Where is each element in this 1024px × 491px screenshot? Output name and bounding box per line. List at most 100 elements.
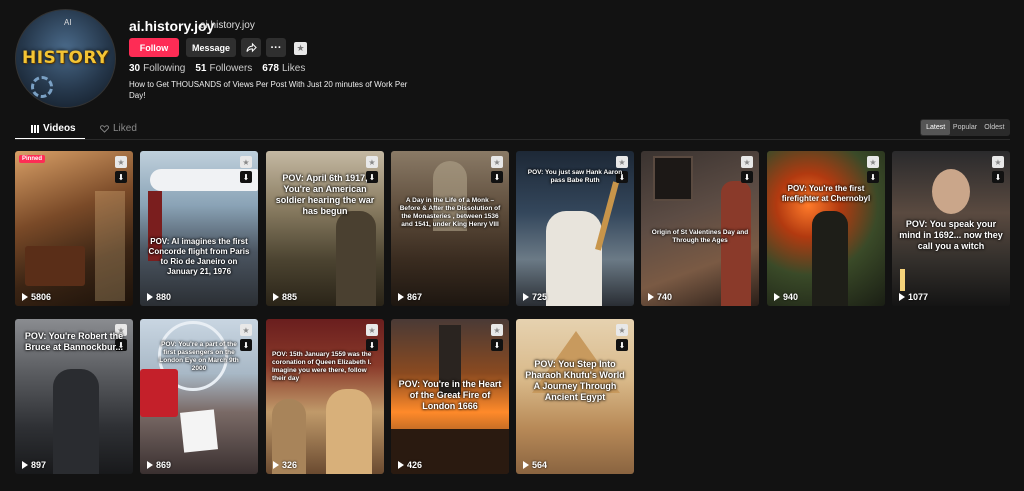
video-caption: POV: You're a part of the first passenge… <box>159 341 239 372</box>
download-icon[interactable]: ⬇ <box>491 171 503 183</box>
video-caption: POV: You Step Into Pharaoh Khufu's World… <box>525 359 625 402</box>
play-icon <box>398 461 404 469</box>
gear-icon <box>31 76 53 98</box>
play-icon <box>648 293 654 301</box>
video-card[interactable]: ★ ⬇ POV: 15th January 1559 was the coron… <box>266 319 384 474</box>
video-card[interactable]: ★ ⬇ POV: You Step Into Pharaoh Khufu's W… <box>516 319 634 474</box>
pinned-badge: Pinned <box>19 155 46 163</box>
profile-avatar[interactable]: AI HISTORY <box>15 9 116 108</box>
play-icon <box>22 293 28 301</box>
star-icon: ★ <box>296 43 305 53</box>
download-icon[interactable]: ⬇ <box>115 171 127 183</box>
video-card[interactable]: ★ ⬇ POV: You speak your mind in 1692... … <box>892 151 1010 306</box>
bookshelf-shape <box>25 246 85 286</box>
soldier-shape <box>336 211 376 306</box>
play-icon <box>147 461 153 469</box>
profile-handle: ai.history.joy <box>200 20 255 31</box>
star-icon[interactable]: ★ <box>992 156 1004 168</box>
video-card[interactable]: ★ ⬇ A Day in the Life of a Monk – Before… <box>391 151 509 306</box>
followers-stat[interactable]: 51 Followers <box>195 63 252 74</box>
profile-bio: How to Get THOUSANDS of Views Per Post W… <box>129 80 408 100</box>
video-card[interactable]: ★ ⬇ POV: You're in the Heart of the Grea… <box>391 319 509 474</box>
follow-button[interactable]: Follow <box>129 38 179 57</box>
favorite-button[interactable]: ★ <box>294 42 307 55</box>
view-count: 867 <box>398 292 422 302</box>
download-icon[interactable]: ⬇ <box>491 339 503 351</box>
video-card[interactable]: ★ ⬇ POV: You're a part of the first pass… <box>140 319 258 474</box>
play-icon <box>523 461 529 469</box>
view-count-value: 869 <box>156 460 172 470</box>
light-shape <box>95 191 125 301</box>
star-icon[interactable]: ★ <box>491 324 503 336</box>
video-caption: POV: April 6th 1917, You're an American … <box>275 173 375 216</box>
star-icon[interactable]: ★ <box>491 156 503 168</box>
view-count-value: 885 <box>282 292 298 302</box>
star-icon[interactable]: ★ <box>741 156 753 168</box>
sort-popular[interactable]: Popular <box>950 120 979 135</box>
sort-latest[interactable]: Latest <box>921 120 951 135</box>
tab-videos[interactable]: Videos <box>31 123 76 134</box>
download-icon[interactable]: ⬇ <box>867 171 879 183</box>
star-icon[interactable]: ★ <box>240 156 252 168</box>
red-bus-shape <box>140 369 178 417</box>
video-card[interactable]: ★ ⬇ POV: April 6th 1917, You're an Ameri… <box>266 151 384 306</box>
star-icon[interactable]: ★ <box>616 156 628 168</box>
message-button[interactable]: Message <box>186 38 236 57</box>
download-icon[interactable]: ⬇ <box>240 171 252 183</box>
video-caption: POV: You're in the Heart of the Great Fi… <box>398 379 502 411</box>
share-icon <box>245 42 257 53</box>
video-caption: POV: You just saw Hank Aaron pass Babe R… <box>527 169 623 184</box>
player-shape <box>546 211 602 306</box>
video-caption: POV: AI imagines the first Concorde flig… <box>148 237 250 276</box>
armored-knight-shape <box>53 369 99 474</box>
download-icon[interactable]: ⬇ <box>992 171 1004 183</box>
star-icon[interactable]: ★ <box>867 156 879 168</box>
star-icon[interactable]: ★ <box>115 156 127 168</box>
video-card[interactable]: Pinned ★ ⬇ 5806 <box>15 151 133 306</box>
tab-divider <box>15 139 1010 140</box>
queen-shape <box>326 389 372 474</box>
play-icon <box>273 293 279 301</box>
tab-videos-label: Videos <box>43 123 76 134</box>
view-count-value: 1077 <box>908 292 929 302</box>
star-icon[interactable]: ★ <box>616 324 628 336</box>
avatar-ai-mark: AI <box>64 18 72 27</box>
view-count-value: 564 <box>532 460 548 470</box>
likes-stat: 678 Likes <box>262 63 305 74</box>
sort-oldest[interactable]: Oldest <box>980 120 1009 135</box>
more-options-button[interactable]: ··· <box>266 38 286 57</box>
video-card[interactable]: ★ ⬇ POV: You're Robert the Bruce at Bann… <box>15 319 133 474</box>
download-icon[interactable]: ⬇ <box>741 171 753 183</box>
heart-outline-icon <box>100 124 109 133</box>
video-caption: POV: 15th January 1559 was the coronatio… <box>272 351 372 382</box>
video-card[interactable]: ★ ⬇ POV: AI imagines the first Concorde … <box>140 151 258 306</box>
download-icon[interactable]: ⬇ <box>616 339 628 351</box>
view-count-value: 880 <box>156 292 172 302</box>
video-card[interactable]: ★ ⬇ Origin of St Valentines Day and Thro… <box>641 151 759 306</box>
tab-liked[interactable]: Liked <box>100 123 137 134</box>
video-card[interactable]: ★ ⬇ POV: You're the first firefighter at… <box>767 151 885 306</box>
video-card[interactable]: ★ ⬇ POV: You just saw Hank Aaron pass Ba… <box>516 151 634 306</box>
ticket-shape <box>180 409 218 453</box>
face-shape <box>932 169 970 214</box>
following-count: 30 <box>129 63 141 74</box>
sort-toggle: Latest Popular Oldest <box>920 119 1010 136</box>
view-count: 1077 <box>899 292 928 302</box>
bat-shape <box>595 181 619 251</box>
play-icon <box>147 293 153 301</box>
play-icon <box>774 293 780 301</box>
following-stat[interactable]: 30 Following <box>129 63 185 74</box>
star-icon[interactable]: ★ <box>366 324 378 336</box>
share-button[interactable] <box>241 38 261 57</box>
view-count: 869 <box>147 460 171 470</box>
play-icon <box>523 293 529 301</box>
view-count: 326 <box>273 460 297 470</box>
window-shape <box>653 156 693 201</box>
video-caption: POV: You're Robert the Bruce at Bannockb… <box>24 331 124 352</box>
view-count: 564 <box>523 460 547 470</box>
star-icon[interactable]: ★ <box>366 156 378 168</box>
video-caption: POV: You're the first firefighter at Che… <box>781 184 871 203</box>
download-icon[interactable]: ⬇ <box>366 339 378 351</box>
view-count: 885 <box>273 292 297 302</box>
star-icon[interactable]: ★ <box>240 324 252 336</box>
